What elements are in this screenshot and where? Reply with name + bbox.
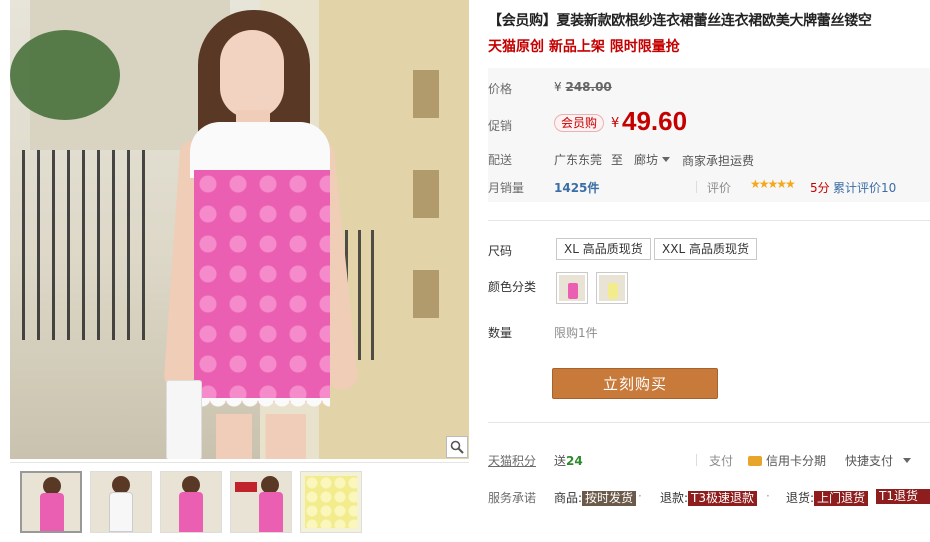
sales-label: 月销量 [488,181,525,195]
buy-now-button[interactable]: 立刻购买 [552,368,718,399]
pay-label: 支付 [709,454,734,468]
service-dot: · [638,489,642,503]
divider [488,220,930,221]
shipping-from: 广东东莞 [554,153,603,167]
service-refund: 退款: T3极速退款 [660,489,758,506]
original-price: ¥ 248.00 [554,80,612,94]
service-dot: · [766,489,770,503]
quantity-limit: 限购1件 [554,326,598,340]
tree-background [10,30,120,120]
product-subtitle: 天猫原创 新品上架 限时限量抢 [488,39,680,55]
zoom-icon[interactable] [446,436,468,458]
points-link[interactable]: 天猫积分 [488,452,536,469]
quantity-label: 数量 [488,326,513,340]
iron-railing [10,150,150,340]
service-extra: T1退货保 [876,489,930,518]
service-tag-shipping: 按时发货 [582,491,637,506]
destination-select[interactable]: 廊坊 [634,151,671,168]
caret-down-icon [903,458,912,463]
white-clutch [166,380,202,459]
color-swatch-pink[interactable] [556,272,588,304]
size-option-xxl[interactable]: XXL 高品质现货 [654,238,757,260]
pink-lace-dress [194,170,330,402]
quick-pay-select[interactable]: 快捷支付 [845,452,912,469]
shipping-label: 配送 [488,153,513,167]
service-return: 退货: 上门退货 [786,489,869,506]
promo-label: 促销 [488,119,513,133]
divider [696,454,697,466]
sales-count: 1425件 [554,181,600,195]
color-label: 颜色分类 [488,280,537,294]
product-title: 【会员购】夏装新款欧根纱连衣裙蕾丝连衣裙欧美大牌蕾丝镂空 [488,13,872,29]
star-icon: ★★★★★ [750,177,796,191]
shipping-to-word: 至 [611,153,624,167]
service-goods: 商品: 按时发货 [554,489,637,506]
credit-installment[interactable]: 信用卡分期 [748,452,826,469]
model-figure [150,10,380,459]
service-tag-refund: T3极速退款 [688,491,758,506]
thumbnail-5[interactable] [300,471,362,533]
size-option-xl[interactable]: XL 高品质现货 [556,238,651,260]
product-info-panel: 【会员购】夏装新款欧根纱连衣裙蕾丝连衣裙欧美大牌蕾丝镂空 天猫原创 新品上架 限… [488,0,930,542]
points-value: 送24 [554,454,583,468]
service-label: 服务承诺 [488,491,537,505]
thumbnail-2[interactable] [90,471,152,533]
service-tag-t1: T1退货保 [876,489,930,518]
promo-currency: ¥ [611,116,620,131]
credit-card-icon [748,456,762,466]
caret-down-icon [662,157,671,162]
price-label: 价格 [488,82,513,96]
size-label: 尺码 [488,244,513,258]
divider [488,422,930,423]
thumbnail-4[interactable] [230,471,292,533]
thumbnail-1[interactable] [20,471,82,533]
review-count-link[interactable]: 累计评价10 [833,179,896,196]
divider [696,181,697,193]
thumbnail-strip [10,462,469,534]
rating-score: 5分 [810,181,830,195]
thumbnail-3[interactable] [160,471,222,533]
service-tag-return: 上门退货 [814,491,869,506]
rating-label: 评价 [707,181,732,195]
main-product-image[interactable] [10,0,469,459]
promo-price: 49.60 [622,106,688,136]
color-swatch-yellow[interactable] [596,272,628,304]
member-badge: 会员购 [554,114,605,132]
shipping-fee: 商家承担运费 [682,154,755,168]
